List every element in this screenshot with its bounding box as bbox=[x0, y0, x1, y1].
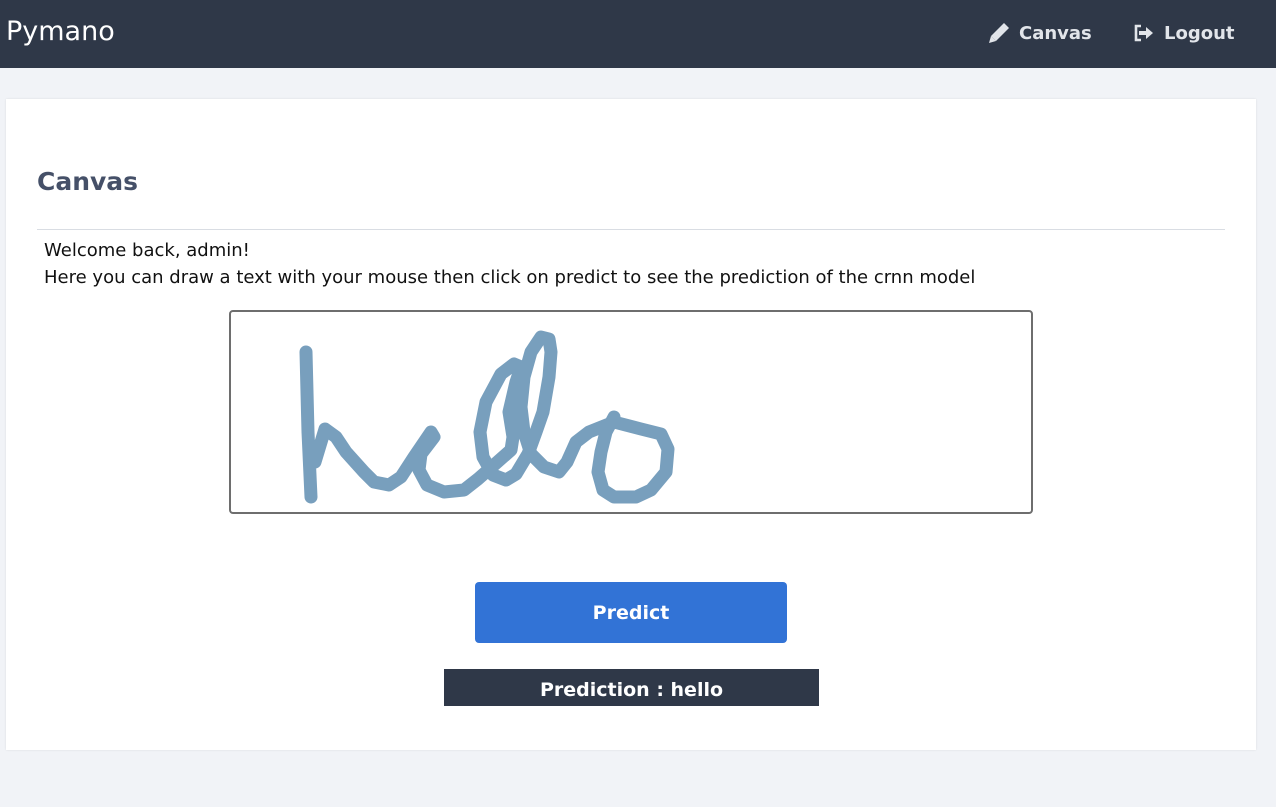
top-navbar: Pymano Canvas Logout bbox=[0, 0, 1276, 68]
title-divider bbox=[37, 229, 1225, 230]
nav-logout-label: Logout bbox=[1164, 22, 1235, 44]
nav-canvas-label: Canvas bbox=[1019, 22, 1092, 44]
instructions-text: Here you can draw a text with your mouse… bbox=[44, 267, 976, 288]
page-title: Canvas bbox=[37, 167, 139, 196]
handwritten-stroke bbox=[299, 330, 675, 504]
pencil-icon bbox=[989, 23, 1009, 43]
prediction-result: Prediction : hello bbox=[444, 669, 819, 706]
nav-logout-link[interactable]: Logout bbox=[1133, 20, 1235, 46]
welcome-text: Welcome back, admin! bbox=[44, 240, 250, 261]
canvas-card: Canvas Welcome back, admin! Here you can… bbox=[6, 99, 1256, 750]
drawing-canvas[interactable] bbox=[229, 310, 1033, 514]
logout-icon bbox=[1134, 24, 1153, 42]
predict-button[interactable]: Predict bbox=[475, 582, 787, 643]
nav-canvas-link[interactable]: Canvas bbox=[988, 20, 1092, 46]
brand-logo[interactable]: Pymano bbox=[6, 15, 115, 49]
